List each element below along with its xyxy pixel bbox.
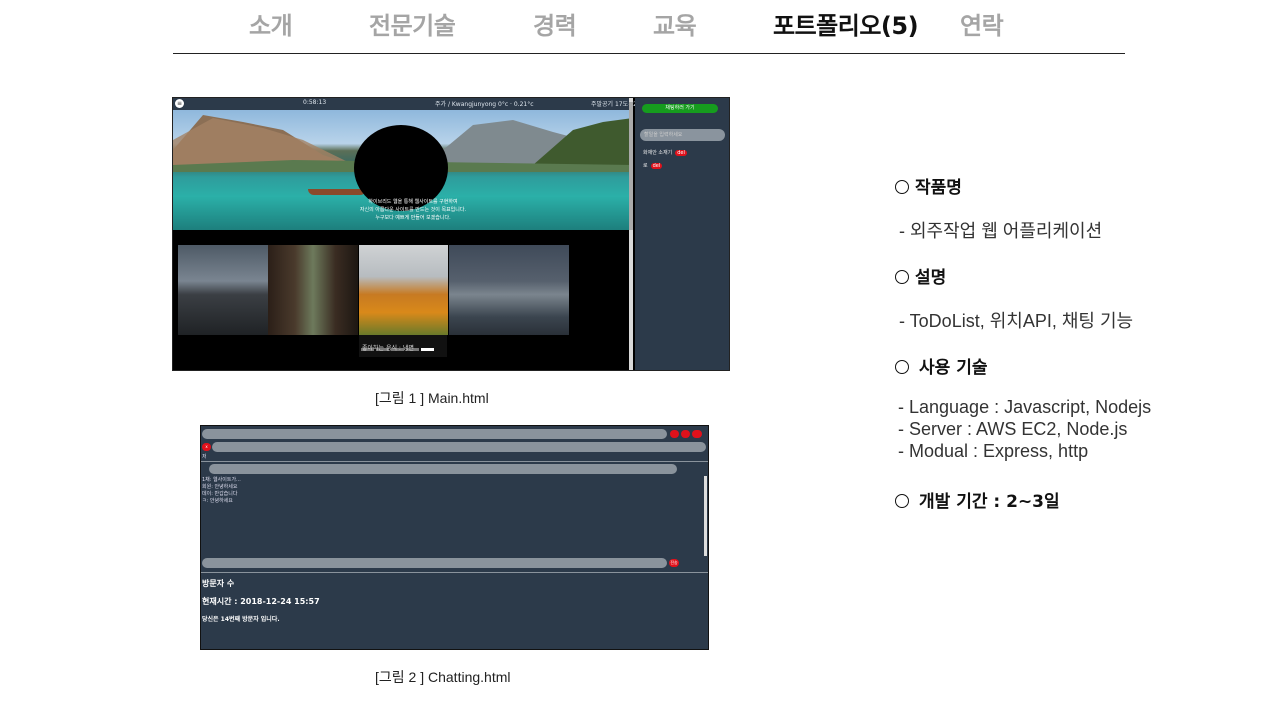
top-navigation: 소개 전문기술 경력 교육 포트폴리오(5) 연락 <box>0 0 1280 54</box>
main-html-screenshot: ≡ 0:58:13 주가 / Kwangjunyong 0°c · 0.21°c… <box>172 97 730 371</box>
gallery-photo-room[interactable] <box>268 245 358 335</box>
photo-gallery <box>178 245 569 335</box>
chat-message: ㅋ: 안녕하세요 <box>202 498 233 504</box>
section-text: - 외주작업 웹 어플리케이션 <box>899 221 1103 241</box>
section-title: 개발 기간 : 2~3일 <box>895 487 1060 512</box>
nav-item-contact[interactable]: 연락 <box>960 6 1004 41</box>
go-chat-button[interactable]: 채팅하러 가기 <box>642 104 718 113</box>
section-text: - ToDoList, 위치API, 채팅 기능 <box>899 311 1134 331</box>
section-text: - Modual : Express, http <box>898 441 1089 461</box>
chat-message: 1채: 웹사이트가... <box>202 477 241 483</box>
hero-line: 누구보다 예쁘게 만들어 보겠습니다. <box>375 215 451 221</box>
todo-sidebar: 채팅하러 가기 할일을 입력하세요 화재안 소재기 del 로 del <box>635 98 729 370</box>
todo-item-text: 화재안 소재기 <box>643 150 673 156</box>
close-icon[interactable]: x <box>202 443 211 451</box>
chat-message: 회원: 안녕하세요 <box>202 484 238 490</box>
figure1-caption: [그림 1 ] Main.html <box>375 390 489 406</box>
red-action-button[interactable] <box>670 430 679 438</box>
gallery-photo-rocks[interactable] <box>178 245 268 335</box>
section-text: - Server : AWS EC2, Node.js <box>898 419 1128 439</box>
todo-input[interactable]: 할일을 입력하세요 <box>640 129 725 141</box>
chat-scrollbar[interactable] <box>704 476 707 556</box>
delete-button[interactable]: del <box>675 150 687 156</box>
red-action-button[interactable] <box>681 430 690 438</box>
hero-text: 하이브리드 웹을 통해 웹사이트를 구현하여 자신의 아름다운 사이트를 만드는… <box>323 198 503 222</box>
circle-bullet-icon <box>895 180 909 194</box>
section-title: 사용 기술 <box>895 353 987 378</box>
send-button[interactable]: 전송 <box>669 559 679 567</box>
todo-item: 로 del <box>643 162 663 169</box>
gallery-caption-text: 좋아하는 음식 : 냉면 <box>362 345 414 352</box>
chat-divider <box>201 461 708 462</box>
section-title-text: 작품명 <box>915 178 962 198</box>
nav-item-portfolio[interactable]: 포트폴리오(5) <box>773 6 919 41</box>
section-title: 작품명 <box>895 173 962 198</box>
gallery-photo-flowers[interactable] <box>359 245 448 335</box>
circle-bullet-icon <box>895 270 909 284</box>
section-text: - Language : Javascript, Nodejs <box>898 397 1152 417</box>
nav-item-skills[interactable]: 전문기술 <box>369 6 456 41</box>
section-title-text: 사용 기술 <box>919 358 988 378</box>
gallery-photo-beach[interactable] <box>449 245 569 335</box>
section-title-text: 설명 <box>915 268 947 288</box>
chat-message: 데이: 반갑습니다 <box>202 491 238 497</box>
section-title: 설명 <box>895 263 946 288</box>
gallery-caption: 좋아하는 음식 : 냉면 <box>359 335 447 357</box>
chat-top-input[interactable] <box>202 429 667 439</box>
chat-name-input[interactable] <box>212 442 706 452</box>
current-time: 현재시간 : 2018-12-24 15:57 <box>202 597 320 606</box>
todo-item-text: 로 <box>643 163 648 169</box>
figure2-caption: [그림 2 ] Chatting.html <box>375 669 511 685</box>
red-action-button[interactable] <box>692 430 702 438</box>
chatting-html-screenshot: x 저 1채: 웹사이트가... 회원: 안녕하세요 데이: 반갑습니다 ㅋ: … <box>200 425 709 650</box>
menu-icon: ≡ <box>175 99 184 108</box>
visitor-count: 당신은 14번째 방문자 입니다. <box>202 616 280 623</box>
gallery-indicator[interactable] <box>361 336 445 351</box>
circle-bullet-icon <box>895 494 909 508</box>
delete-button[interactable]: del <box>650 163 663 169</box>
chat-divider <box>201 572 708 573</box>
topbar-weather: 주가 / Kwangjunyong 0°c · 0.21°c <box>435 101 534 108</box>
nav-item-intro[interactable]: 소개 <box>249 6 293 41</box>
scrollbar-thumb[interactable] <box>629 102 633 230</box>
hero-landscape-image: 하이브리드 웹을 통해 웹사이트를 구현하여 자신의 아름다운 사이트를 만드는… <box>173 110 633 230</box>
hero-line: 자신의 아름다운 사이트를 만드는 것이 목표입니다. <box>359 207 467 213</box>
hero-line: 하이브리드 웹을 통해 웹사이트를 구현하여 <box>368 199 458 205</box>
boat-graphic <box>308 189 366 195</box>
section-title-text: 개발 기간 : 2~3일 <box>919 492 1060 512</box>
chat-message-input[interactable] <box>202 558 667 568</box>
visitor-title: 방문자 수 <box>202 579 235 588</box>
chat-room-bar[interactable] <box>209 464 677 474</box>
chat-label: 저 <box>202 454 207 460</box>
topbar-time: 0:58:13 <box>303 99 327 106</box>
todo-item: 화재안 소재기 del <box>643 149 687 156</box>
nav-item-education[interactable]: 교육 <box>653 6 697 41</box>
screenshot-topbar: ≡ 0:58:13 주가 / Kwangjunyong 0°c · 0.21°c… <box>173 98 646 110</box>
nav-divider <box>173 53 1125 54</box>
circle-bullet-icon <box>895 360 909 374</box>
nav-item-career[interactable]: 경력 <box>533 6 577 41</box>
